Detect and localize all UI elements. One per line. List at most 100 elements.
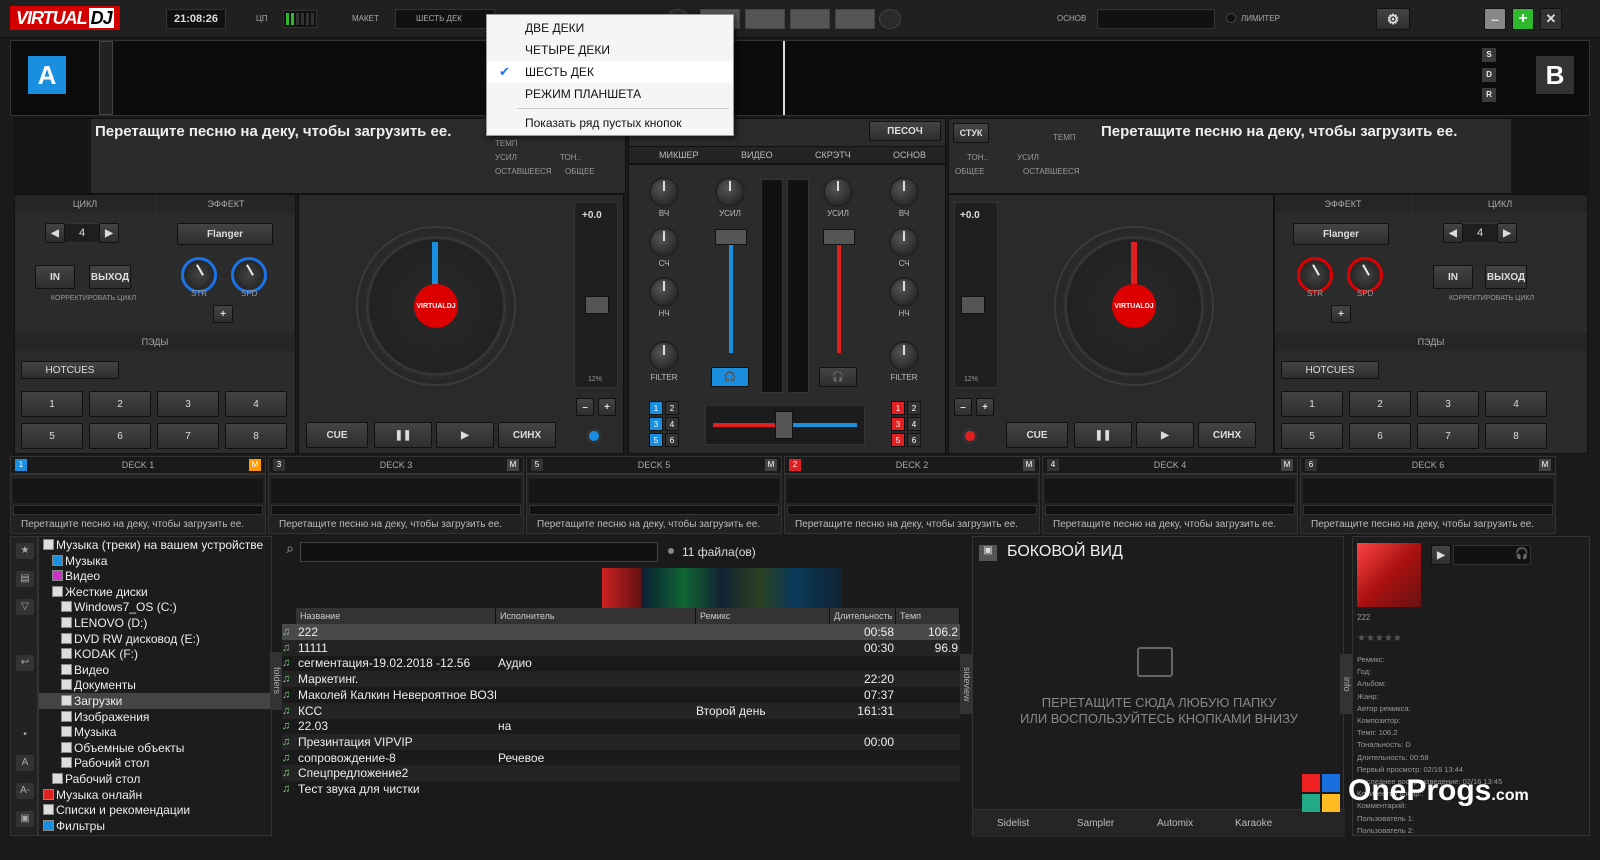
deck-strip-m-button[interactable]: M [507,459,519,471]
deck-b-fx-spd-knob[interactable] [1347,257,1383,293]
table-row[interactable]: ♫ 222 00:58 106.2 [282,624,960,640]
mixer-b-mid-knob[interactable] [889,227,919,257]
deck-a-pad-1[interactable]: 1 [21,391,83,417]
layout-icon-2[interactable] [745,9,785,29]
tree-item[interactable]: KODAK (F:) [61,646,138,662]
tree-item[interactable]: Видео [52,568,100,584]
mixer-a-filter-knob[interactable] [649,341,679,371]
menu-item-two-decks[interactable]: ДВЕ ДЕКИ [487,17,733,39]
table-row[interactable]: ♫ Тест звука для чистки [282,781,960,797]
deck-a-pad-4[interactable]: 4 [225,391,287,417]
deck-a-master-icon[interactable] [586,428,602,444]
deck-strip-header-2[interactable]: 2 DECK 2 M [784,456,1040,474]
col-remix[interactable]: Ремикс [696,608,830,624]
deck-strip-header-6[interactable]: 6 DECK 6 M [1300,456,1556,474]
folders-tab[interactable]: folders [270,652,282,710]
mixer-b-filter-knob[interactable] [889,341,919,371]
channel-a-headphone-icon[interactable]: 🎧 [711,367,749,387]
deck-a-pitch-plus-icon[interactable]: + [598,398,616,416]
waveform-area[interactable] [10,40,1590,116]
channel-a-fader[interactable] [715,229,747,245]
deck-b-pitch-minus-icon[interactable]: – [954,398,972,416]
text-size-a-icon[interactable]: A [16,755,34,771]
tree-item[interactable]: Изображения [61,709,149,725]
layout-icon-4[interactable] [835,9,875,29]
deck-strip-m-button[interactable]: M [1539,459,1551,471]
deck-strip-header-5[interactable]: 5 DECK 5 M [526,456,782,474]
favorites-star-icon[interactable]: ★ [16,543,34,559]
minimize-button[interactable]: – [1484,8,1506,30]
tree-item[interactable]: LENOVO (D:) [61,615,147,631]
deck-b-pad-8[interactable]: 8 [1485,423,1547,449]
wave-zoom-slider[interactable] [99,41,113,115]
settings-gear-icon[interactable]: ⚙ [1376,8,1410,30]
deck-strip-progress[interactable] [529,505,779,515]
table-row[interactable]: ♫ Маколей Калкин Невероятное ВОЗВРАЩЕНИЕ … [282,687,960,703]
deck-b-pitch-plus-icon[interactable]: + [976,398,994,416]
layout-select[interactable]: ШЕСТЬ ДЕК [395,9,495,29]
deck-strip-body-5[interactable]: Перетащите песню на деку, чтобы загрузит… [526,474,782,534]
deck-a-pad-6[interactable]: 6 [89,423,151,449]
tree-item[interactable]: Музыка [52,553,107,569]
table-row[interactable]: ♫ Презинтация VIPVIP 00:00 [282,733,960,750]
table-row[interactable]: ♫ Спецпредложение2 [282,765,960,782]
deck-a-pause-icon[interactable]: ❚❚ [374,422,432,448]
mixer-right-deck-select-3[interactable]: 3 [891,417,905,431]
deck-a-fx-str-knob[interactable] [181,257,217,293]
mixer-left-deck-select-5[interactable]: 5 [649,433,663,447]
rating-stars-icon[interactable]: ★★★★★ [1357,633,1402,644]
sideview-tab[interactable]: sideview [960,654,972,714]
mixer-right-deck-select-6[interactable]: 6 [907,433,921,447]
mixer-left-deck-select-2[interactable]: 2 [665,401,679,415]
tree-item[interactable]: Видео [61,662,109,678]
tree-item[interactable]: Объемные объекты [61,740,184,756]
info-play-icon[interactable]: ▶ [1431,545,1451,565]
tree-item[interactable]: DVD RW дисковод (E:) [61,631,200,647]
wave-r-button[interactable]: R [1482,88,1496,102]
deck-b-beat-button[interactable]: СТУК [953,123,989,143]
deck-a-fx-add-icon[interactable]: + [213,305,233,323]
tree-item[interactable]: Списки и рекомендации [43,802,190,818]
deck-strip-body-2[interactable]: Перетащите песню на деку, чтобы загрузит… [784,474,1040,534]
deck-strip-progress[interactable] [1045,505,1295,515]
maximize-button[interactable]: + [1512,8,1534,30]
tree-item[interactable]: Документы [61,677,136,693]
deck-a-loop-prev-icon[interactable]: ◀ [45,223,65,243]
deck-b-loop-in-button[interactable]: IN [1433,265,1473,289]
headphone-knob-icon[interactable] [879,9,901,29]
deck-b-pause-icon[interactable]: ❚❚ [1074,422,1132,448]
table-row[interactable]: ♫ сопровождение-8 Речевое [282,750,960,766]
menu-item-six-decks[interactable]: ✔ ШЕСТЬ ДЕК [487,61,733,83]
mixer-left-deck-select-3[interactable]: 3 [649,417,663,431]
deck-b-pad-3[interactable]: 3 [1417,391,1479,417]
deck-a-pad-5[interactable]: 5 [21,423,83,449]
deck-strip-body-1[interactable]: Перетащите песню на деку, чтобы загрузит… [10,474,266,534]
table-row[interactable]: ♫ сегментация-19.02.2018 -12.56 Аудио [282,655,960,671]
tab-master[interactable]: ОСНОВ [893,150,926,160]
tab-sampler[interactable]: Sampler [1077,818,1114,829]
deck-a-pitch-minus-icon[interactable]: – [576,398,594,416]
deck-a-pad-2[interactable]: 2 [89,391,151,417]
info-tab[interactable]: info [1340,654,1352,714]
sandbox-button[interactable]: ПЕСОЧ [869,121,941,141]
tab-automix[interactable]: Automix [1157,818,1193,829]
deck-b-loop-prev-icon[interactable]: ◀ [1443,223,1463,243]
table-row[interactable]: ♫ Маркетинг. 22:20 [282,671,960,688]
deck-b-cue-button[interactable]: CUE [1006,422,1068,448]
mixer-a-high-knob[interactable] [649,177,679,207]
add-folder-icon[interactable]: ▤ [16,571,34,587]
layout-icon-3[interactable] [790,9,830,29]
mixer-right-deck-select-4[interactable]: 4 [907,417,921,431]
table-row[interactable]: ♫ 22.03 на [282,718,960,734]
tab-video[interactable]: ВИДЕО [741,150,773,160]
crossfader-knob[interactable] [775,411,793,439]
deck-a-play-icon[interactable]: ▶ [436,422,494,448]
tab-sidelist[interactable]: Sidelist [997,818,1029,829]
wave-s-button[interactable]: S [1482,48,1496,62]
tree-item[interactable]: Рабочий стол [61,755,149,771]
col-duration[interactable]: Длительность [830,608,896,624]
deck-a-fx-spd-knob[interactable] [231,257,267,293]
col-artist[interactable]: Исполнитель [496,608,696,624]
deck-a-cue-button[interactable]: CUE [306,422,368,448]
deck-strip-m-button[interactable]: M [765,459,777,471]
